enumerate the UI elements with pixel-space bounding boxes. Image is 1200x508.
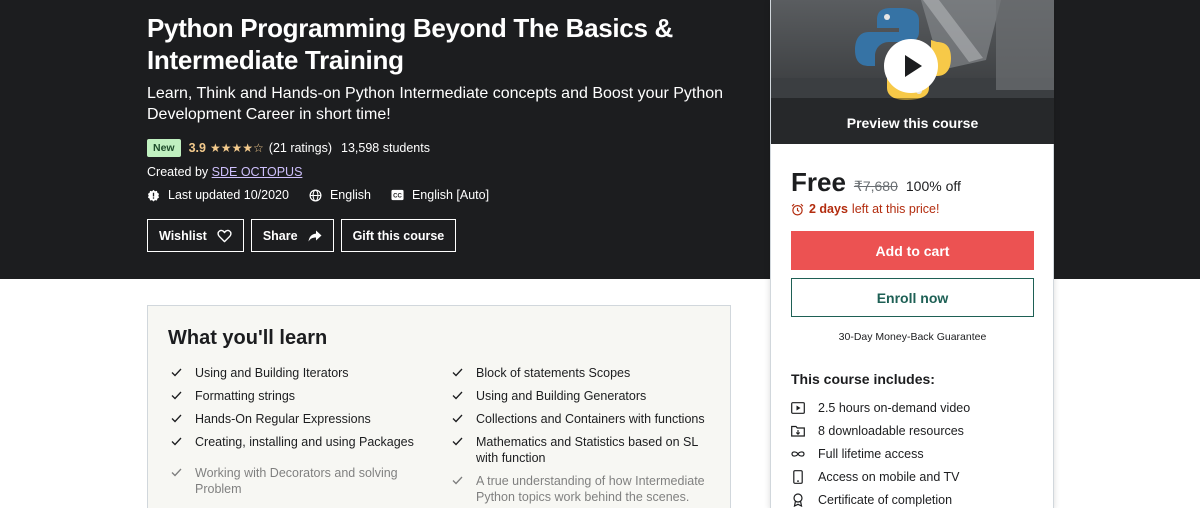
- gift-course-label: Gift this course: [352, 228, 445, 243]
- share-arrow-icon: [308, 230, 322, 241]
- includes-item: Certificate of completion: [791, 488, 970, 508]
- learn-item: Collections and Containers with function…: [449, 411, 719, 427]
- course-title: Python Programming Beyond The Basics & I…: [147, 13, 674, 75]
- includes-item-label: 8 downloadable resources: [818, 423, 964, 438]
- share-label: Share: [262, 228, 298, 243]
- checkmark-icon: [171, 468, 182, 477]
- learn-title: What you'll learn: [168, 327, 328, 349]
- learn-item-text: Using and Building Iterators: [195, 366, 349, 380]
- mobile-icon: [791, 469, 805, 484]
- checkmark-icon: [171, 437, 182, 446]
- original-price: ₹7,680: [853, 178, 898, 194]
- includes-item-label: Full lifetime access: [818, 446, 924, 461]
- discount-timer: 2 days left at this price!: [791, 202, 939, 216]
- money-back-guarantee: 30-Day Money-Back Guarantee: [838, 331, 987, 343]
- checkmark-icon: [452, 368, 463, 377]
- rating-row: New 3.9 ★★★★☆ (21 ratings) 13,598 studen…: [147, 139, 430, 157]
- author-link[interactable]: SDE OCTOPUS: [212, 165, 303, 179]
- discount-percent: 100% off: [905, 178, 961, 194]
- created-by-label: Created by: [147, 165, 209, 179]
- rating-value: 3.9: [188, 141, 206, 155]
- wishlist-button[interactable]: Wishlist: [147, 219, 244, 252]
- includes-item: 8 downloadable resources: [791, 419, 970, 442]
- learn-item-text: Mathematics and Statistics based on SL w…: [476, 435, 698, 465]
- learn-item-text: A true understanding of how Intermediate…: [476, 474, 705, 504]
- new-badge: New: [147, 139, 181, 157]
- timer-days: 2 days: [809, 202, 848, 216]
- includes-item: 2.5 hours on-demand video: [791, 396, 970, 419]
- timer-text: left at this price!: [851, 202, 940, 216]
- learn-item: Using and Building Iterators: [168, 365, 438, 381]
- includes-item: Access on mobile and TV: [791, 465, 970, 488]
- current-price: Free: [791, 167, 846, 197]
- includes-item-label: 2.5 hours on-demand video: [818, 400, 971, 415]
- students-count: 13,598 students: [341, 141, 430, 155]
- learn-item: Using and Building Generators: [449, 388, 719, 404]
- alarm-clock-icon: [791, 203, 804, 215]
- checkmark-icon: [452, 437, 463, 446]
- enroll-now-button[interactable]: Enroll now: [791, 278, 1034, 317]
- learn-item: Creating, installing and using Packages: [168, 434, 438, 450]
- wishlist-label: Wishlist: [159, 228, 207, 243]
- course-subtitle: Learn, Think and Hands-on Python Interme…: [147, 85, 724, 123]
- checkmark-icon: [171, 391, 182, 400]
- includes-item-label: Access on mobile and TV: [818, 469, 960, 484]
- includes-item-label: Certificate of completion: [818, 492, 953, 507]
- learn-item-text: Using and Building Generators: [476, 389, 647, 403]
- learn-item-text: Creating, installing and using Packages: [195, 435, 414, 449]
- action-buttons: Wishlist Share Gift this course: [147, 219, 463, 252]
- language: English: [309, 188, 371, 202]
- video-icon: [791, 401, 805, 415]
- learn-item: A true understanding of how Intermediate…: [449, 473, 719, 505]
- learn-item: Block of statements Scopes: [449, 365, 719, 381]
- alert-badge-icon: [147, 189, 160, 201]
- course-includes-title: This course includes:: [791, 371, 935, 387]
- price-row: Free ₹7,680 100% off: [791, 167, 961, 198]
- globe-icon: [309, 189, 322, 201]
- checkmark-icon: [452, 476, 463, 485]
- learn-item: Formatting strings: [168, 388, 438, 404]
- captions: CC English [Auto]: [391, 188, 489, 202]
- learn-item: Working with Decorators and solving Prob…: [168, 465, 438, 497]
- course-info-row: Last updated 10/2020 English CC English …: [147, 187, 509, 203]
- ratings-count-link[interactable]: (21 ratings): [269, 141, 332, 155]
- what-you-will-learn: What you'll learn Using and Building Ite…: [147, 305, 731, 508]
- certificate-icon: [791, 492, 805, 507]
- includes-item: Full lifetime access: [791, 442, 970, 465]
- infinity-icon: [791, 447, 805, 461]
- share-button[interactable]: Share: [250, 219, 334, 252]
- learn-item-text: Working with Decorators and solving Prob…: [195, 466, 398, 496]
- learn-item-text: Block of statements Scopes: [476, 366, 631, 380]
- captions-text: English [Auto]: [411, 188, 490, 202]
- star-rating-icon: ★★★★☆: [209, 141, 264, 155]
- learn-item: Hands-On Regular Expressions: [168, 411, 438, 427]
- closed-captions-icon: CC: [391, 189, 404, 201]
- checkmark-icon: [452, 391, 463, 400]
- preview-course-label: Preview this course: [846, 115, 979, 131]
- course-includes-list: 2.5 hours on-demand video 8 downloadable…: [791, 396, 970, 508]
- created-by: Created by SDE OCTOPUS: [147, 165, 302, 179]
- gift-course-button[interactable]: Gift this course: [340, 219, 457, 252]
- checkmark-icon: [452, 414, 463, 423]
- svg-text:CC: CC: [393, 193, 402, 199]
- checkmark-icon: [171, 414, 182, 423]
- learn-column-left: Using and Building Iterators Formatting …: [168, 365, 438, 504]
- learn-column-right: Block of statements Scopes Using and Bui…: [449, 365, 719, 508]
- learn-item-text: Hands-On Regular Expressions: [195, 412, 371, 426]
- purchase-sidebar: Preview this course Free ₹7,680 100% off…: [770, 0, 1054, 508]
- checkmark-icon: [171, 368, 182, 377]
- course-preview-video[interactable]: Preview this course: [771, 0, 1054, 144]
- learn-item-text: Formatting strings: [195, 389, 296, 403]
- last-updated: Last updated 10/2020: [147, 188, 289, 202]
- language-text: English: [329, 188, 371, 202]
- learn-item: Mathematics and Statistics based on SL w…: [449, 434, 719, 466]
- learn-item-text: Collections and Containers with function…: [476, 412, 705, 426]
- play-icon[interactable]: [884, 39, 938, 93]
- last-updated-text: Last updated 10/2020: [168, 188, 289, 202]
- add-to-cart-button[interactable]: Add to cart: [791, 231, 1034, 270]
- heart-icon: [217, 229, 232, 242]
- folder-icon: [791, 424, 805, 438]
